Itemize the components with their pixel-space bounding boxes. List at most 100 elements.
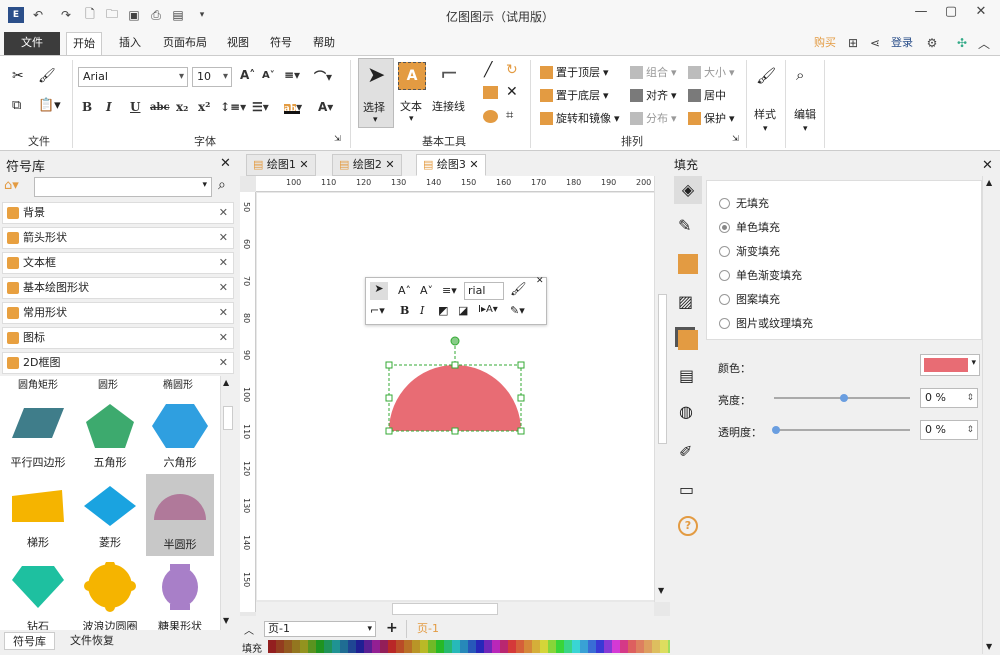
tab-symbol-library[interactable]: 符号库 bbox=[4, 632, 55, 650]
close-icon[interactable]: ✕ bbox=[385, 158, 394, 171]
close-icon[interactable]: ✕ bbox=[219, 303, 228, 323]
doc-tab[interactable]: ▤ 绘图2 ✕ bbox=[332, 154, 402, 176]
rotate-handle[interactable] bbox=[450, 336, 460, 346]
center-button[interactable]: 居中 bbox=[688, 87, 726, 103]
palette-swatch[interactable] bbox=[348, 640, 356, 653]
fill-option[interactable]: 渐变填充 bbox=[719, 243, 780, 259]
palette-swatch[interactable] bbox=[268, 640, 276, 653]
palette-swatch[interactable] bbox=[444, 640, 452, 653]
fill-option[interactable]: 图片或纹理填充 bbox=[719, 315, 813, 331]
close-icon[interactable]: ✕ bbox=[536, 276, 544, 286]
rectangle-tool-icon[interactable] bbox=[483, 86, 498, 99]
note-icon[interactable]: ✐ bbox=[679, 442, 692, 461]
globe-icon[interactable]: ◍ bbox=[679, 402, 693, 421]
text-path-icon[interactable]: ⌒▾ bbox=[314, 68, 332, 85]
shadow-square-icon[interactable] bbox=[678, 254, 698, 274]
fill-option[interactable]: 无填充 bbox=[719, 195, 769, 211]
palette-swatch[interactable] bbox=[572, 640, 580, 653]
distribute-button[interactable]: 分布 ▾ bbox=[630, 110, 677, 126]
scroll-thumb[interactable] bbox=[392, 603, 498, 615]
palette-swatch[interactable] bbox=[396, 640, 404, 653]
bold-icon[interactable]: B bbox=[82, 100, 92, 114]
palette-swatch[interactable] bbox=[476, 640, 484, 653]
strikethrough-icon[interactable]: abc bbox=[150, 102, 170, 113]
palette-swatch[interactable] bbox=[324, 640, 332, 653]
shape-parallelogram[interactable]: 平行四边形 bbox=[4, 396, 72, 474]
paragraph-spacing-icon[interactable]: ↕≡▾ bbox=[220, 100, 246, 114]
superscript-icon[interactable]: x² bbox=[198, 100, 210, 114]
close-icon[interactable]: ✕ bbox=[469, 158, 478, 171]
selected-shape[interactable] bbox=[381, 333, 529, 437]
share-box-icon[interactable]: ⊞ bbox=[845, 35, 861, 51]
library-scrollbar[interactable]: ▲ ▼ bbox=[220, 376, 234, 630]
drawing-page[interactable]: ➤ A˄ A˅ ≡▾ rial 🖌 ✕ ⌐▾ B I ◩ ◪ I▸A▾ ✎▾ bbox=[257, 193, 654, 600]
palette-swatch[interactable] bbox=[500, 640, 508, 653]
library-category[interactable]: 2D框图 ✕ bbox=[2, 352, 234, 374]
share-icon[interactable]: ⋖ bbox=[867, 35, 883, 51]
tab-page-layout[interactable]: 页面布局 bbox=[157, 32, 213, 55]
chevron-down-icon[interactable]: ▾ bbox=[409, 114, 414, 124]
tab-home[interactable]: 开始 bbox=[66, 32, 102, 55]
collapse-up-icon[interactable]: ︿ bbox=[244, 622, 254, 637]
bold-icon[interactable]: B bbox=[400, 304, 409, 317]
palette-swatch[interactable] bbox=[532, 640, 540, 653]
library-category[interactable]: 图标 ✕ bbox=[2, 327, 234, 349]
palette-swatch[interactable] bbox=[284, 640, 292, 653]
close-icon[interactable]: ✕ bbox=[219, 353, 228, 373]
format-painter-icon[interactable]: 🖌 bbox=[510, 282, 527, 297]
palette-swatch[interactable] bbox=[412, 640, 420, 653]
palette-swatch[interactable] bbox=[524, 640, 532, 653]
tab-symbol[interactable]: 符号 bbox=[264, 32, 298, 55]
palette-swatch[interactable] bbox=[468, 640, 476, 653]
search-edit-icon[interactable]: ⌕ bbox=[796, 66, 804, 84]
library-category[interactable]: 文本框 ✕ bbox=[2, 252, 234, 274]
tab-file-recovery[interactable]: 文件恢复 bbox=[64, 632, 120, 650]
underline-icon[interactable]: U bbox=[130, 100, 140, 114]
shape-diamond[interactable]: 菱形 bbox=[76, 476, 144, 554]
layer-icon[interactable] bbox=[678, 330, 698, 350]
palette-swatch[interactable] bbox=[644, 640, 652, 653]
palette-swatch[interactable] bbox=[660, 640, 668, 653]
palette-swatch[interactable] bbox=[636, 640, 644, 653]
palette-swatch[interactable] bbox=[460, 640, 468, 653]
palette-swatch[interactable] bbox=[596, 640, 604, 653]
bullets-icon[interactable]: ☰▾ bbox=[252, 100, 269, 114]
send-back-button[interactable]: 置于底层 ▾ bbox=[540, 87, 609, 103]
connector-icon[interactable]: ⌐▾ bbox=[370, 304, 385, 317]
italic-icon[interactable]: I bbox=[420, 304, 424, 317]
palette-swatch[interactable] bbox=[612, 640, 620, 653]
palette-swatch[interactable] bbox=[580, 640, 588, 653]
palette-swatch[interactable] bbox=[308, 640, 316, 653]
doc-tab-active[interactable]: ▤ 绘图3 ✕ bbox=[416, 154, 486, 176]
palette-swatch[interactable] bbox=[292, 640, 300, 653]
slider-thumb[interactable] bbox=[772, 426, 780, 434]
add-page-icon[interactable]: + bbox=[386, 620, 398, 636]
chevron-down-icon[interactable]: ▾ bbox=[803, 124, 808, 134]
close-icon[interactable]: ✕ bbox=[220, 156, 231, 171]
search-icon[interactable]: ⌕ bbox=[218, 177, 226, 193]
palette-swatch[interactable] bbox=[516, 640, 524, 653]
shape-pentagon[interactable]: 五角形 bbox=[76, 396, 144, 474]
chevron-down-icon[interactable]: ▾ bbox=[763, 124, 768, 134]
palette-swatch[interactable] bbox=[436, 640, 444, 653]
bring-front-button[interactable]: 置于顶层 ▾ bbox=[540, 64, 609, 80]
login-link[interactable]: 登录 bbox=[885, 32, 919, 55]
palette-swatch[interactable] bbox=[564, 640, 572, 653]
tab-insert[interactable]: 插入 bbox=[113, 32, 147, 55]
close-icon[interactable]: ✕ bbox=[219, 203, 228, 223]
select-tool-button[interactable]: ➤ 选择 ▾ bbox=[358, 58, 394, 128]
font-name-select[interactable]: Arial bbox=[78, 67, 188, 87]
library-category[interactable]: 箭头形状 ✕ bbox=[2, 227, 234, 249]
shape-hexagon[interactable]: 六角形 bbox=[146, 396, 214, 474]
grow-font-icon[interactable]: A˄ bbox=[398, 284, 411, 297]
palette-swatch[interactable] bbox=[604, 640, 612, 653]
subscript-icon[interactable]: x₂ bbox=[176, 100, 188, 114]
close-icon[interactable]: ✕ bbox=[219, 278, 228, 298]
palette-swatch[interactable] bbox=[356, 640, 364, 653]
scroll-down-icon[interactable]: ▼ bbox=[658, 586, 664, 595]
semicircle-shape[interactable] bbox=[389, 365, 521, 431]
palette-swatch[interactable] bbox=[428, 640, 436, 653]
fill-bucket-icon[interactable]: ◈ bbox=[674, 176, 702, 204]
close-icon[interactable]: ✕ bbox=[982, 158, 993, 173]
page-select[interactable]: 页-1 ▾ bbox=[264, 621, 376, 637]
